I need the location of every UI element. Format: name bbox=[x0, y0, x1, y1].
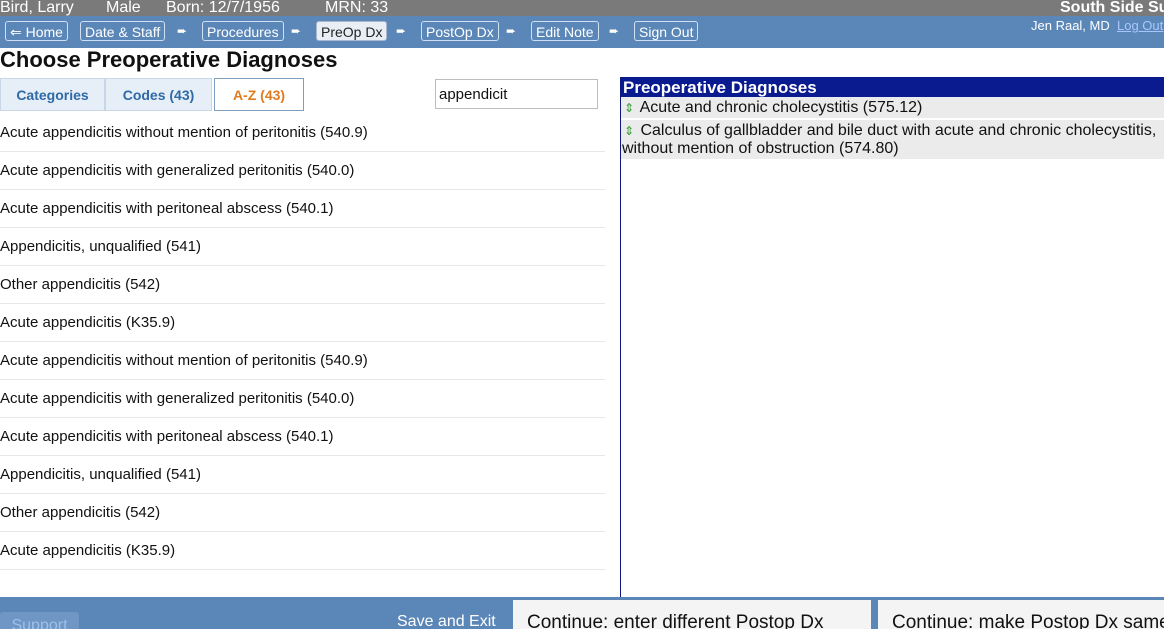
diagnosis-search-input[interactable] bbox=[435, 79, 598, 109]
continue-same-postop-button[interactable]: Continue: make Postop Dx same bbox=[878, 600, 1164, 629]
support-button[interactable]: Support bbox=[0, 612, 79, 629]
footer-bar: Support Save and Exit Continue: enter di… bbox=[0, 597, 1164, 629]
patient-born: Born: 12/7/1956 bbox=[166, 0, 280, 16]
list-item[interactable]: Acute appendicitis with peritoneal absce… bbox=[0, 190, 605, 228]
tab-categories[interactable]: Categories bbox=[0, 78, 105, 111]
user-name: Jen Raal, MD bbox=[1031, 18, 1110, 33]
facility-name: South Side Su bbox=[1060, 0, 1164, 16]
workflow-nav: ⇐ Home Date & Staff ➨ Procedures ➨ PreOp… bbox=[0, 16, 1164, 48]
drag-handle-icon[interactable]: ⇕ bbox=[622, 122, 636, 140]
search-results-list: Acute appendicitis without mention of pe… bbox=[0, 114, 605, 570]
drag-handle-icon[interactable]: ⇕ bbox=[622, 99, 636, 117]
arrow-right-icon: ➨ bbox=[506, 24, 517, 38]
selected-diagnoses-panel: Preoperative Diagnoses ⇕ Acute and chron… bbox=[620, 77, 1164, 597]
nav-date-staff-button[interactable]: Date & Staff bbox=[80, 21, 166, 41]
patient-sex: Male bbox=[106, 0, 141, 16]
list-item[interactable]: Acute appendicitis with generalized peri… bbox=[0, 152, 605, 190]
list-item[interactable]: Acute appendicitis without mention of pe… bbox=[0, 114, 605, 152]
nav-preop-dx-button[interactable]: PreOp Dx bbox=[316, 21, 388, 41]
arrow-right-icon: ➨ bbox=[177, 24, 188, 38]
nav-sign-out-button[interactable]: Sign Out bbox=[634, 21, 699, 41]
arrow-right-icon: ➨ bbox=[609, 24, 620, 38]
selected-diagnosis-item[interactable]: ⇕ Acute and chronic cholecystitis (575.1… bbox=[621, 97, 1164, 118]
nav-procedures-button[interactable]: Procedures bbox=[202, 21, 284, 41]
list-item[interactable]: Other appendicitis (542) bbox=[0, 266, 605, 304]
continue-different-postop-button[interactable]: Continue: enter different Postop Dx bbox=[513, 600, 871, 629]
list-item[interactable]: Acute appendicitis (K35.9) bbox=[0, 304, 605, 342]
list-item[interactable]: Appendicitis, unqualified (541) bbox=[0, 228, 605, 266]
nav-edit-note-button[interactable]: Edit Note bbox=[531, 21, 599, 41]
tab-a-z[interactable]: A-Z (43) bbox=[214, 78, 304, 111]
selected-diagnosis-label: Acute and chronic cholecystitis (575.12) bbox=[639, 99, 923, 116]
arrow-right-icon: ➨ bbox=[396, 24, 407, 38]
patient-name: Bird, Larry bbox=[0, 0, 74, 16]
save-and-exit-button[interactable]: Save and Exit bbox=[397, 613, 496, 629]
page-title: Choose Preoperative Diagnoses bbox=[0, 47, 338, 72]
list-item[interactable]: Acute appendicitis (K35.9) bbox=[0, 532, 605, 570]
logout-link[interactable]: Log Out bbox=[1117, 18, 1163, 33]
list-item[interactable]: Acute appendicitis without mention of pe… bbox=[0, 342, 605, 380]
list-item[interactable]: Acute appendicitis with peritoneal absce… bbox=[0, 418, 605, 456]
nav-postop-dx-button[interactable]: PostOp Dx bbox=[421, 21, 499, 41]
arrow-right-icon: ➨ bbox=[291, 24, 302, 38]
patient-bar: Bird, Larry Male Born: 12/7/1956 MRN: 33… bbox=[0, 0, 1164, 16]
patient-mrn: MRN: 33 bbox=[325, 0, 389, 16]
list-item[interactable]: Appendicitis, unqualified (541) bbox=[0, 456, 605, 494]
list-item[interactable]: Acute appendicitis with generalized peri… bbox=[0, 380, 605, 418]
list-item[interactable]: Other appendicitis (542) bbox=[0, 494, 605, 532]
selected-diagnosis-item[interactable]: ⇕ Calculus of gallbladder and bile duct … bbox=[621, 120, 1164, 159]
tab-codes[interactable]: Codes (43) bbox=[105, 78, 212, 111]
nav-home-button[interactable]: ⇐ Home bbox=[5, 21, 68, 41]
selected-diagnosis-label: Calculus of gallbladder and bile duct wi… bbox=[622, 122, 1157, 157]
panel-title: Preoperative Diagnoses bbox=[621, 77, 1164, 97]
